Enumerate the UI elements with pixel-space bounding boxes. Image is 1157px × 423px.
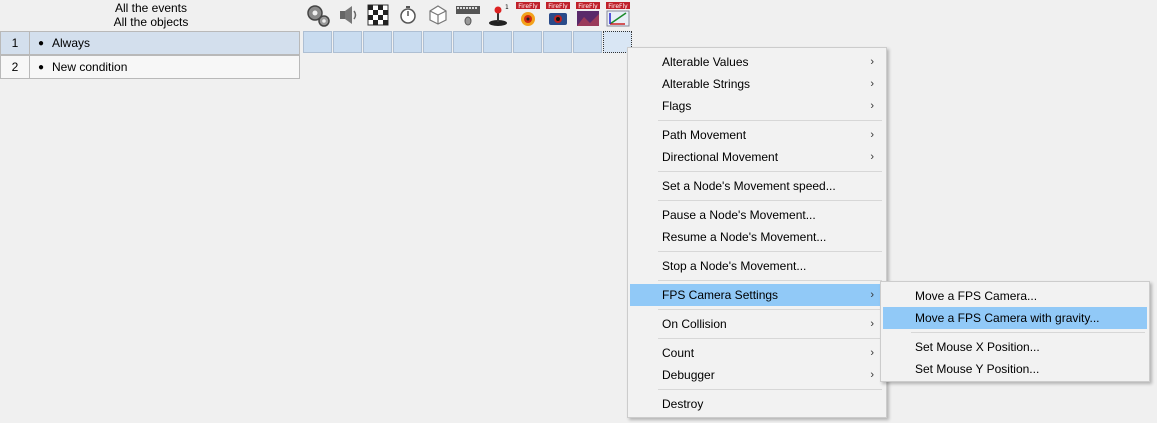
- menu-separator: [658, 120, 882, 121]
- chevron-right-icon: ›: [870, 151, 874, 163]
- events-header-line2: All the objects: [113, 15, 189, 29]
- menu-separator: [658, 171, 882, 172]
- submenu-item-set-mouse-x[interactable]: Set Mouse X Position...: [883, 336, 1147, 358]
- menu-separator: [658, 200, 882, 201]
- menu-item-stop-node-movement[interactable]: Stop a Node's Movement...: [630, 255, 884, 277]
- firefly-node-icon[interactable]: FireFly: [604, 1, 632, 29]
- menu-item-set-node-movement-speed[interactable]: Set a Node's Movement speed...: [630, 175, 884, 197]
- svg-text:FireFly: FireFly: [548, 3, 568, 10]
- menu-item-alterable-values[interactable]: Alterable Values ›: [630, 51, 884, 73]
- keyboard-mouse-icon[interactable]: [454, 1, 482, 29]
- chevron-right-icon: ›: [870, 369, 874, 381]
- menu-item-count[interactable]: Count ›: [630, 342, 884, 364]
- special-gears-icon[interactable]: [304, 1, 332, 29]
- menu-item-alterable-strings[interactable]: Alterable Strings ›: [630, 73, 884, 95]
- event-condition-label[interactable]: Always: [52, 36, 90, 50]
- timer-stopwatch-icon[interactable]: [394, 1, 422, 29]
- menu-item-pause-node-movement[interactable]: Pause a Node's Movement...: [630, 204, 884, 226]
- chevron-right-icon: ›: [870, 347, 874, 359]
- chevron-right-icon: ›: [870, 56, 874, 68]
- event-row[interactable]: 2 ● New condition: [0, 55, 300, 79]
- bullet-icon: ●: [37, 37, 45, 49]
- event-condition-label[interactable]: New condition: [52, 60, 127, 74]
- menu-item-fps-camera-settings[interactable]: FPS Camera Settings ›: [630, 284, 884, 306]
- condition-cell[interactable]: [393, 31, 422, 53]
- menu-separator: [658, 338, 882, 339]
- sound-speaker-icon[interactable]: [334, 1, 362, 29]
- menu-item-directional-movement[interactable]: Directional Movement ›: [630, 146, 884, 168]
- submenu-item-move-fps-camera[interactable]: Move a FPS Camera...: [883, 285, 1147, 307]
- events-header-line1: All the events: [114, 1, 188, 15]
- menu-separator: [658, 280, 882, 281]
- condition-cell[interactable]: [483, 31, 512, 53]
- svg-text:FireFly: FireFly: [518, 3, 538, 10]
- condition-cell[interactable]: [333, 31, 362, 53]
- fps-camera-submenu: Move a FPS Camera... Move a FPS Camera w…: [880, 281, 1150, 382]
- svg-text:FireFly: FireFly: [578, 3, 598, 10]
- event-row[interactable]: 1 ● Always: [0, 31, 300, 55]
- events-header: All the events All the objects: [0, 0, 302, 31]
- menu-item-destroy[interactable]: Destroy: [630, 393, 884, 415]
- condition-cell[interactable]: [423, 31, 452, 53]
- menu-separator: [911, 332, 1145, 333]
- storyboard-checker-icon[interactable]: [364, 1, 392, 29]
- menu-item-debugger[interactable]: Debugger ›: [630, 364, 884, 386]
- menu-separator: [658, 309, 882, 310]
- submenu-item-set-mouse-y[interactable]: Set Mouse Y Position...: [883, 358, 1147, 380]
- event-number: 1: [1, 32, 30, 54]
- menu-item-flags[interactable]: Flags ›: [630, 95, 884, 117]
- firefly-scene-icon[interactable]: FireFly: [574, 1, 602, 29]
- condition-cell[interactable]: [363, 31, 392, 53]
- condition-cell[interactable]: [453, 31, 482, 53]
- menu-separator: [658, 389, 882, 390]
- create-object-cube-icon[interactable]: [424, 1, 452, 29]
- menu-item-resume-node-movement[interactable]: Resume a Node's Movement...: [630, 226, 884, 248]
- chevron-right-icon: ›: [870, 318, 874, 330]
- condition-cell[interactable]: [573, 31, 602, 53]
- bullet-icon: ●: [37, 61, 45, 73]
- condition-cell[interactable]: [303, 31, 332, 53]
- svg-text:FireFly: FireFly: [608, 3, 628, 10]
- chevron-right-icon: ›: [870, 129, 874, 141]
- submenu-item-move-fps-camera-gravity[interactable]: Move a FPS Camera with gravity...: [883, 307, 1147, 329]
- context-menu: Alterable Values › Alterable Strings › Fla…: [627, 47, 887, 418]
- chevron-right-icon: ›: [870, 289, 874, 301]
- chevron-right-icon: ›: [870, 100, 874, 112]
- condition-cell[interactable]: [513, 31, 542, 53]
- svg-text:1: 1: [505, 4, 509, 11]
- menu-separator: [658, 251, 882, 252]
- firefly-particle-icon[interactable]: FireFly: [514, 1, 542, 29]
- condition-cell[interactable]: [543, 31, 572, 53]
- chevron-right-icon: ›: [870, 78, 874, 90]
- player-joystick-icon[interactable]: 1: [484, 1, 512, 29]
- menu-item-path-movement[interactable]: Path Movement ›: [630, 124, 884, 146]
- event-number: 2: [1, 56, 30, 78]
- menu-item-on-collision[interactable]: On Collision ›: [630, 313, 884, 335]
- firefly-camera-icon[interactable]: FireFly: [544, 1, 572, 29]
